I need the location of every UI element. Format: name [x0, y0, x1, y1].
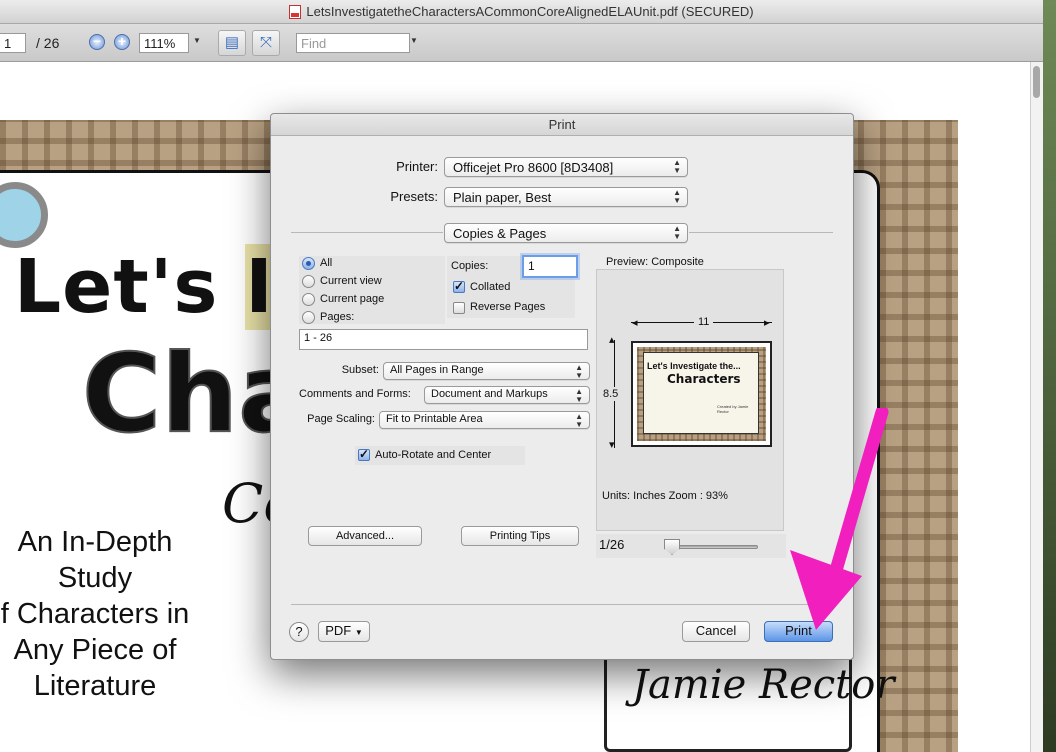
printer-select[interactable]: Officejet Pro 8600 [8D3408] ▲ ▼: [444, 157, 688, 177]
radio-current-view[interactable]: [302, 275, 315, 288]
autorotate-checkbox[interactable]: [358, 447, 370, 461]
comments-value: Document and Markups: [431, 388, 548, 400]
help-button[interactable]: ?: [289, 622, 309, 642]
print-dialog: Print Printer: Officejet Pro 8600 [8D340…: [270, 113, 854, 660]
doc-subtitle-line: Study: [57, 562, 133, 594]
page-total-label: / 26: [36, 35, 60, 51]
presets-value: Plain paper, Best: [453, 190, 552, 205]
vertical-scrollbar[interactable]: [1030, 62, 1043, 752]
subset-value: All Pages in Range: [390, 364, 484, 376]
printer-label: Printer:: [396, 159, 438, 174]
page-scaling-value: Fit to Printable Area: [386, 413, 483, 425]
page-number-input[interactable]: 1: [0, 33, 26, 53]
copies-input[interactable]: 1: [522, 255, 578, 278]
height-dimension: 8.5: [603, 387, 619, 401]
section-value: Copies & Pages: [453, 226, 547, 241]
window-title: LetsInvestigatetheCharactersACommonCoreA…: [306, 4, 754, 19]
fit-page-icon[interactable]: ⤧: [252, 30, 280, 56]
popup-arrows-icon: ▲ ▼: [673, 224, 681, 241]
annotation-arrow-icon: [790, 408, 889, 630]
popup-arrows-icon: ▲ ▼: [575, 387, 583, 404]
collated-checkbox[interactable]: [453, 279, 465, 293]
units-zoom-label: Units: Inches Zoom : 93%: [602, 490, 728, 502]
comments-select[interactable]: Document and Markups ▲ ▼: [424, 386, 590, 404]
desktop-background: [1043, 0, 1056, 752]
section-separator-left: [291, 232, 443, 233]
radio-all-label: All: [320, 257, 333, 269]
radio-pages[interactable]: [302, 311, 315, 324]
doc-subtitle-line: An In-Depth: [17, 526, 173, 558]
preview-label: Preview: Composite: [606, 256, 704, 268]
thumbnail-title1: Let's Investigate the...: [647, 361, 741, 371]
cancel-button[interactable]: Cancel: [682, 621, 750, 642]
popup-arrows-icon: ▲ ▼: [575, 412, 583, 429]
printer-value: Officejet Pro 8600 [8D3408]: [453, 160, 614, 175]
reverse-pages-label: Reverse Pages: [470, 301, 546, 313]
doc-author: Jamie Rector: [632, 662, 895, 708]
reverse-pages-checkbox[interactable]: [453, 302, 465, 314]
radio-current-page-label: Current page: [320, 293, 385, 305]
doc-subtitle-line: f Characters in: [0, 598, 190, 630]
radio-current-view-label: Current view: [320, 275, 382, 287]
subset-label: Subset:: [341, 364, 379, 376]
section-separator-right: [689, 232, 833, 233]
dialog-title: Print: [271, 114, 853, 136]
pdf-button-label: PDF: [325, 623, 352, 638]
zoom-dropdown-caret-icon[interactable]: ▼: [193, 36, 201, 45]
page-range-input[interactable]: 1 - 26: [299, 329, 588, 350]
find-dropdown-caret-icon[interactable]: ▼: [410, 36, 418, 45]
popup-arrows-icon: ▲ ▼: [673, 188, 681, 205]
bottom-separator: [291, 604, 833, 605]
width-arrow-left-icon: ◂: [632, 317, 638, 329]
section-select[interactable]: Copies & Pages ▲ ▼: [444, 223, 688, 243]
autorotate-label: Auto-Rotate and Center: [375, 449, 492, 461]
page-scaling-label: Page Scaling:: [307, 413, 375, 425]
printing-tips-button[interactable]: Printing Tips: [461, 526, 579, 546]
doc-subtitle: An In-Depth Study f Characters in Any Pi…: [0, 524, 200, 704]
presets-select[interactable]: Plain paper, Best ▲ ▼: [444, 187, 688, 207]
find-input[interactable]: Find: [296, 33, 410, 53]
radio-pages-label: Pages:: [320, 311, 355, 323]
zoom-in-icon[interactable]: +: [114, 34, 130, 50]
viewer-toolbar: 1 / 26 − + 111% ▼ ▤ ⤧ Find ▼: [0, 24, 1043, 62]
zoom-level-field[interactable]: 111%: [139, 33, 189, 53]
advanced-button[interactable]: Advanced...: [308, 526, 422, 546]
subset-select[interactable]: All Pages in Range ▲ ▼: [383, 362, 590, 380]
page-indicator: 1/26: [599, 537, 625, 552]
popup-arrows-icon: ▲ ▼: [575, 363, 583, 380]
collated-label: Collated: [470, 281, 511, 293]
doc-subtitle-line: Any Piece of: [13, 634, 177, 666]
doc-title-lets: Let's: [14, 244, 246, 330]
comments-label: Comments and Forms:: [299, 388, 411, 400]
height-arrow-up-icon: ▴: [609, 334, 615, 346]
copies-label: Copies:: [451, 260, 489, 272]
radio-all[interactable]: [302, 257, 315, 270]
window-titlebar: LetsInvestigatetheCharactersACommonCoreA…: [0, 0, 1043, 24]
annotation-arrow-head: [790, 550, 862, 630]
thumbnail-title2: Characters: [667, 372, 741, 386]
height-arrow-down-icon: ▾: [609, 439, 615, 451]
doc-subtitle-line: Literature: [33, 670, 157, 702]
radio-current-page[interactable]: [302, 293, 315, 306]
pdf-dropdown-icon: ▼: [354, 628, 363, 637]
popup-arrows-icon: ▲ ▼: [673, 158, 681, 175]
width-arrow-right-icon: ▸: [764, 317, 770, 329]
zoom-out-icon[interactable]: −: [89, 34, 105, 50]
scrollbar-thumb[interactable]: [1033, 66, 1040, 98]
thumbnail-author: Created by Jamie Rector: [717, 404, 749, 414]
pdf-file-icon: [289, 4, 302, 19]
width-dimension: 11: [694, 316, 714, 328]
presets-label: Presets:: [390, 189, 438, 204]
pdf-menu-button[interactable]: PDF ▼: [318, 621, 370, 642]
page-scaling-select[interactable]: Fit to Printable Area ▲ ▼: [379, 411, 590, 429]
single-page-icon[interactable]: ▤: [218, 30, 246, 56]
